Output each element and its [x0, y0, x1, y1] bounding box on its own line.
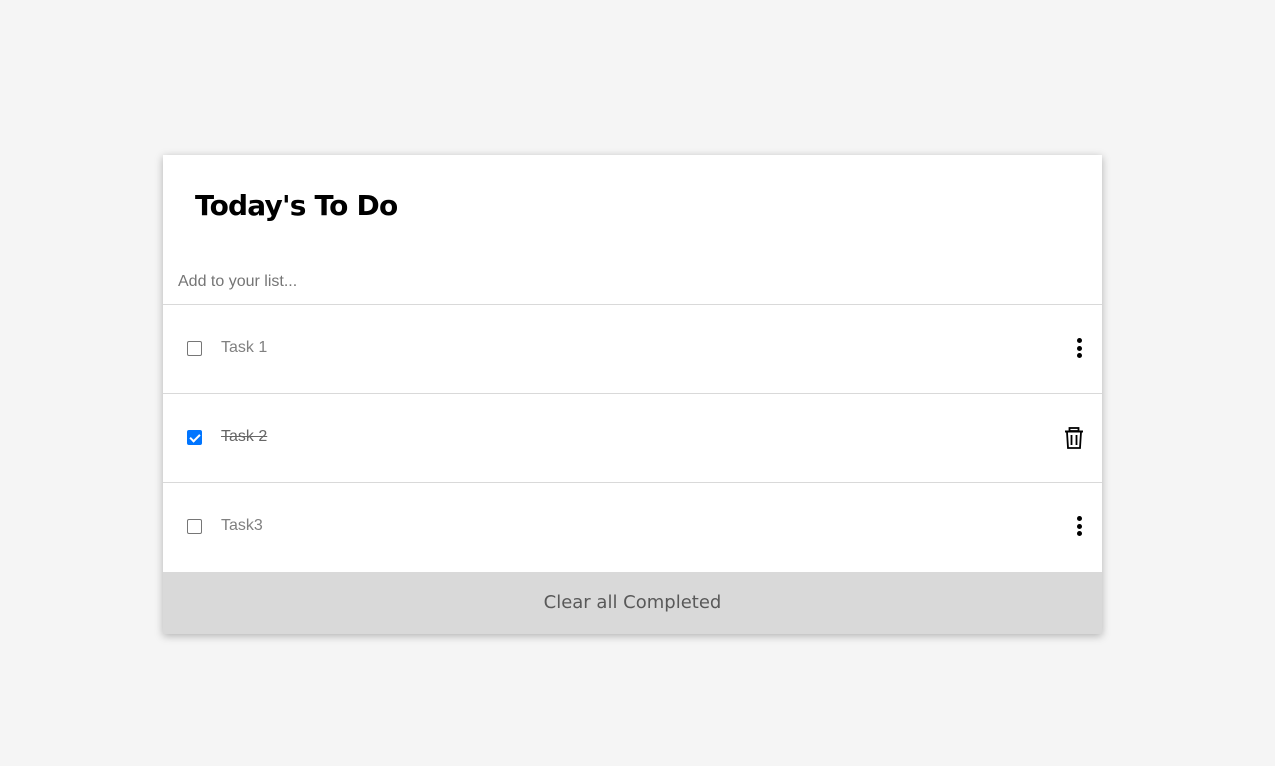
task-row: Task 1: [163, 305, 1102, 394]
task-checkbox[interactable]: [187, 519, 202, 534]
task-label[interactable]: Task 1: [221, 338, 267, 358]
task-checkbox[interactable]: [187, 341, 202, 356]
task-label[interactable]: Task 2: [221, 427, 267, 447]
more-vertical-icon[interactable]: [1074, 338, 1084, 360]
more-vertical-icon[interactable]: [1074, 516, 1084, 538]
task-checkbox[interactable]: [187, 430, 202, 445]
task-row: Task 2: [163, 394, 1102, 483]
clear-completed-button[interactable]: Clear all Completed: [163, 572, 1102, 634]
task-label[interactable]: Task3: [221, 516, 263, 536]
todo-card: Today's To Do Task 1 Task 2: [163, 155, 1102, 634]
page-title: Today's To Do: [195, 189, 398, 222]
task-list: Task 1 Task 2 Task3: [163, 305, 1102, 572]
trash-icon[interactable]: [1064, 427, 1084, 449]
add-task-input[interactable]: [163, 259, 1102, 305]
task-row: Task3: [163, 483, 1102, 572]
